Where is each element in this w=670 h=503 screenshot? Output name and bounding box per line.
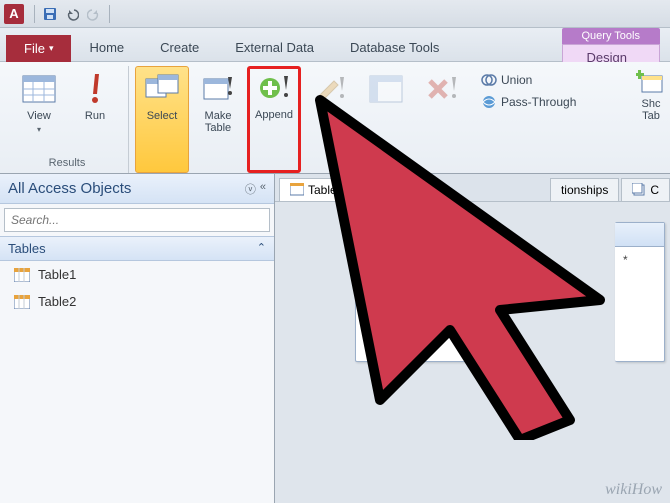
datasheet-icon — [21, 71, 57, 107]
table-box-title: Tabl — [356, 223, 494, 247]
ribbon-group-results: View Run Results — [6, 66, 129, 173]
work-area: Table tionships C Tabl * ID — [275, 174, 670, 503]
tab-external-data[interactable]: External Data — [217, 34, 332, 61]
nav-item-table1[interactable]: Table1 — [0, 261, 274, 288]
title-bar: A — [0, 0, 670, 28]
view-button[interactable]: View — [12, 66, 66, 155]
append-button[interactable]: Append — [247, 66, 301, 173]
make-table-label: Make Table — [205, 110, 232, 134]
union-button[interactable]: Union — [477, 70, 580, 90]
tab-create[interactable]: Create — [142, 34, 217, 61]
menu-tabs: File Home Create External Data Database … — [0, 28, 670, 62]
nav-title: All Access Objects — [8, 180, 131, 197]
table-label: Tab — [642, 110, 660, 122]
document-tabs: Table tionships C — [275, 174, 670, 202]
key-icon — [364, 272, 376, 284]
collapse-icon[interactable]: « — [260, 181, 266, 197]
context-title: Query Tools — [562, 28, 661, 44]
tab-home[interactable]: Home — [71, 34, 142, 61]
append-icon — [256, 70, 292, 106]
nav-item-label: Table2 — [38, 294, 76, 309]
union-icon — [481, 72, 497, 88]
field-label: ID — [380, 271, 392, 285]
doc-tab-label: tionships — [561, 183, 608, 197]
qat-separator — [34, 5, 35, 23]
passthrough-button[interactable]: Pass-Through — [477, 92, 580, 112]
navigation-pane: All Access Objects ⓥ « Tables ⌃ Table1 T… — [0, 174, 275, 503]
search-input[interactable] — [4, 208, 270, 232]
union-label: Union — [501, 73, 532, 87]
select-label: Select — [147, 110, 178, 122]
show-label: Shc — [642, 98, 661, 110]
query-design-canvas[interactable]: Tabl * ID * — [275, 202, 670, 503]
group-label-results: Results — [49, 155, 86, 173]
doc-tab-label: C — [650, 183, 659, 197]
make-table-button[interactable]: Make Table — [191, 66, 245, 173]
doc-tab-label: Table — [308, 183, 337, 197]
doc-tab-extra[interactable]: C — [621, 178, 670, 201]
nav-item-table2[interactable]: Table2 — [0, 288, 274, 315]
update-icon — [312, 71, 348, 107]
table-box[interactable]: Tabl * ID — [355, 222, 495, 362]
nav-header[interactable]: All Access Objects ⓥ « — [0, 174, 274, 204]
chevron-down-icon[interactable]: ⓥ — [245, 181, 256, 197]
file-tab[interactable]: File — [6, 35, 71, 62]
nav-search[interactable] — [4, 208, 270, 232]
run-button[interactable]: Run — [68, 66, 122, 155]
ribbon: View Run Results Select — [0, 62, 670, 174]
body-area: All Access Objects ⓥ « Tables ⌃ Table1 T… — [0, 174, 670, 503]
chevron-down-icon[interactable] — [37, 125, 41, 134]
table-box-partial[interactable]: * — [615, 222, 665, 362]
doc-tab-table[interactable]: Table — [279, 178, 348, 201]
select-query-icon — [144, 71, 180, 107]
table-icon — [14, 295, 30, 309]
show-table-button[interactable]: Shc Tab — [636, 68, 666, 122]
redo-icon[interactable] — [85, 5, 103, 23]
delete-button[interactable] — [415, 66, 469, 173]
exclamation-icon — [77, 71, 113, 107]
ribbon-group-querytype: Select Make Table Append — [129, 66, 592, 173]
field-id[interactable]: ID — [364, 271, 486, 285]
plus-table-icon — [636, 68, 666, 98]
tab-database-tools[interactable]: Database Tools — [332, 34, 457, 61]
table-box-title — [615, 223, 664, 247]
app-icon: A — [4, 4, 24, 24]
all-fields-star[interactable]: * — [364, 253, 486, 267]
query-icon — [632, 183, 646, 197]
append-label: Append — [255, 109, 293, 121]
passthrough-label: Pass-Through — [501, 95, 576, 109]
crosstab-button[interactable] — [359, 66, 413, 173]
nav-group-tables[interactable]: Tables ⌃ — [0, 236, 274, 261]
undo-icon[interactable] — [63, 5, 81, 23]
table-icon — [14, 268, 30, 282]
nav-group-label: Tables — [8, 241, 46, 256]
crosstab-icon — [368, 71, 404, 107]
all-fields-star[interactable]: * — [623, 253, 656, 267]
watermark: wikiHow — [605, 481, 662, 499]
globe-icon — [481, 94, 497, 110]
nav-item-label: Table1 — [38, 267, 76, 282]
select-button[interactable]: Select — [135, 66, 189, 173]
run-label: Run — [85, 110, 105, 122]
collapse-group-icon[interactable]: ⌃ — [257, 241, 266, 256]
save-icon[interactable] — [41, 5, 59, 23]
delete-query-icon — [424, 71, 460, 107]
doc-tab-relationships[interactable]: tionships — [550, 178, 619, 201]
table-icon — [290, 183, 304, 197]
view-label: View — [27, 110, 51, 122]
make-table-icon — [200, 71, 236, 107]
qat-separator — [109, 5, 110, 23]
update-button[interactable] — [303, 66, 357, 173]
